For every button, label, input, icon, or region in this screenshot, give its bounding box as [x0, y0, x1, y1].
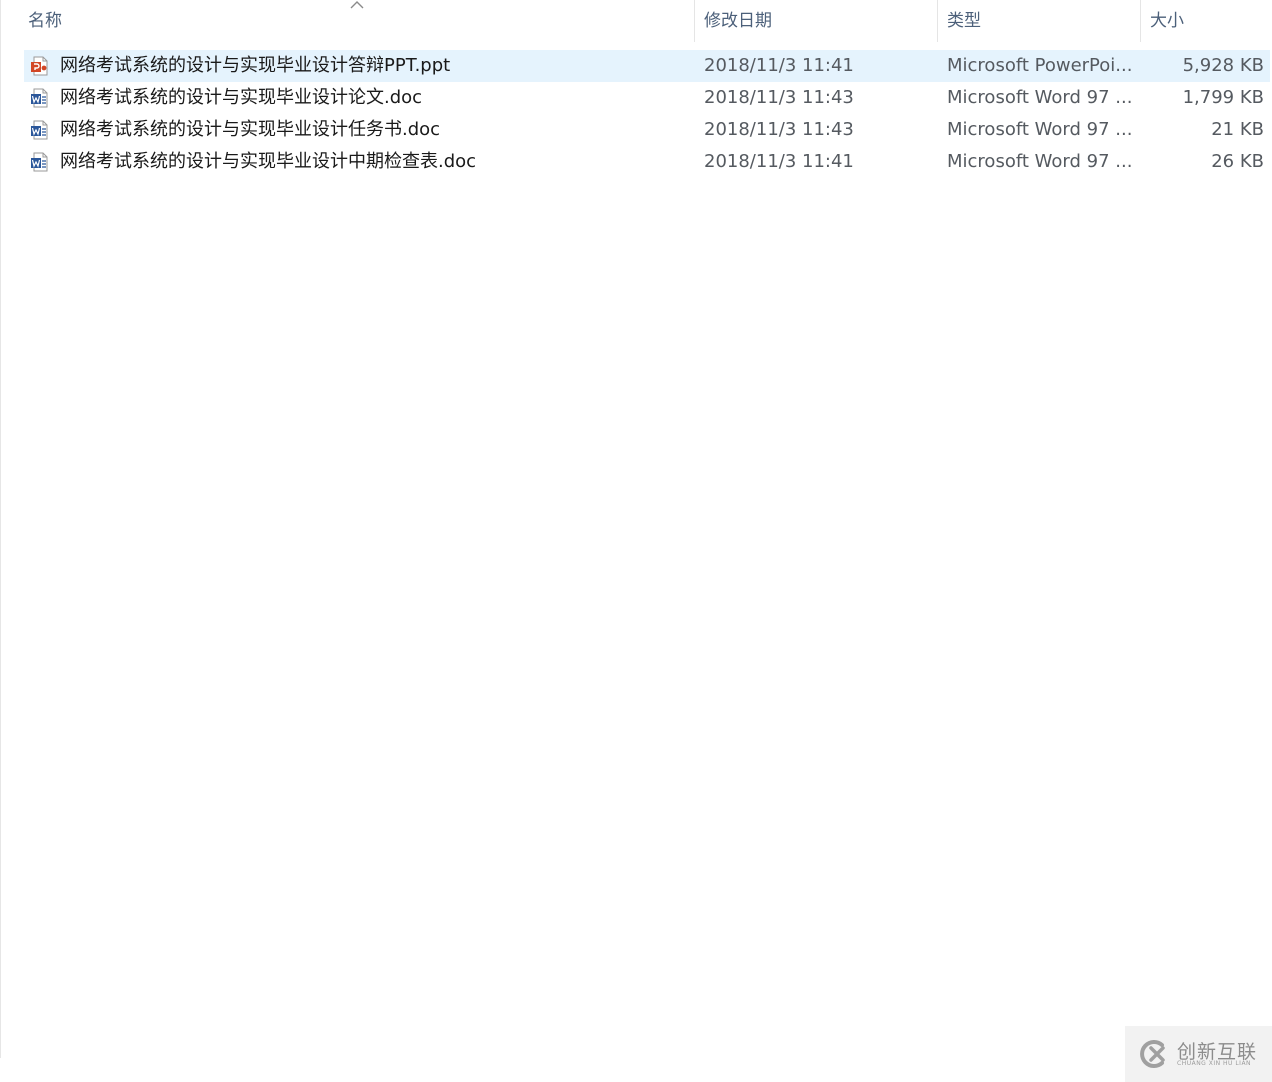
file-size: 26 KB — [1211, 151, 1264, 172]
column-header-type[interactable]: 类型 — [937, 0, 1140, 42]
file-size: 21 KB — [1211, 119, 1264, 140]
file-row[interactable]: 网络考试系统的设计与实现毕业设计论文.doc 2018/11/3 11:43 M… — [24, 82, 1270, 114]
word-file-icon — [30, 88, 50, 108]
file-name: 网络考试系统的设计与实现毕业设计论文.doc — [60, 87, 423, 108]
file-name: 网络考试系统的设计与实现毕业设计中期检查表.doc — [60, 151, 477, 172]
file-row[interactable]: 网络考试系统的设计与实现毕业设计中期检查表.doc 2018/11/3 11:4… — [24, 146, 1270, 178]
column-header-size[interactable]: 大小 — [1140, 0, 1272, 42]
file-type: Microsoft Word 97 ... — [947, 87, 1133, 108]
file-date-modified: 2018/11/3 11:41 — [704, 55, 854, 76]
pane-left-border — [0, 0, 1, 1058]
word-file-icon — [30, 152, 50, 172]
watermark-subtitle: CHUANG XIN HU LIAN — [1177, 1060, 1252, 1067]
file-type: Microsoft PowerPoi... — [947, 55, 1133, 76]
file-type: Microsoft Word 97 ... — [947, 119, 1133, 140]
column-header-bar: 名称 修改日期 类型 大小 — [0, 0, 1272, 42]
sort-ascending-icon — [350, 1, 364, 9]
file-date-modified: 2018/11/3 11:43 — [704, 119, 854, 140]
brand-logo-icon — [1140, 1040, 1165, 1068]
file-name: 网络考试系统的设计与实现毕业设计答辩PPT.ppt — [60, 55, 451, 76]
file-date-modified: 2018/11/3 11:43 — [704, 87, 854, 108]
file-size: 1,799 KB — [1182, 87, 1264, 108]
file-row[interactable]: 网络考试系统的设计与实现毕业设计答辩PPT.ppt 2018/11/3 11:4… — [24, 50, 1270, 82]
file-name: 网络考试系统的设计与实现毕业设计任务书.doc — [60, 119, 441, 140]
file-row[interactable]: 网络考试系统的设计与实现毕业设计任务书.doc 2018/11/3 11:43 … — [24, 114, 1270, 146]
powerpoint-file-icon — [30, 56, 50, 76]
file-list: 网络考试系统的设计与实现毕业设计答辩PPT.ppt 2018/11/3 11:4… — [24, 50, 1270, 178]
word-file-icon — [30, 120, 50, 140]
file-type: Microsoft Word 97 ... — [947, 151, 1133, 172]
column-header-date[interactable]: 修改日期 — [694, 0, 937, 42]
watermark: 创新互联 CHUANG XIN HU LIAN — [1125, 1026, 1272, 1082]
file-size: 5,928 KB — [1182, 55, 1264, 76]
file-date-modified: 2018/11/3 11:41 — [704, 151, 854, 172]
